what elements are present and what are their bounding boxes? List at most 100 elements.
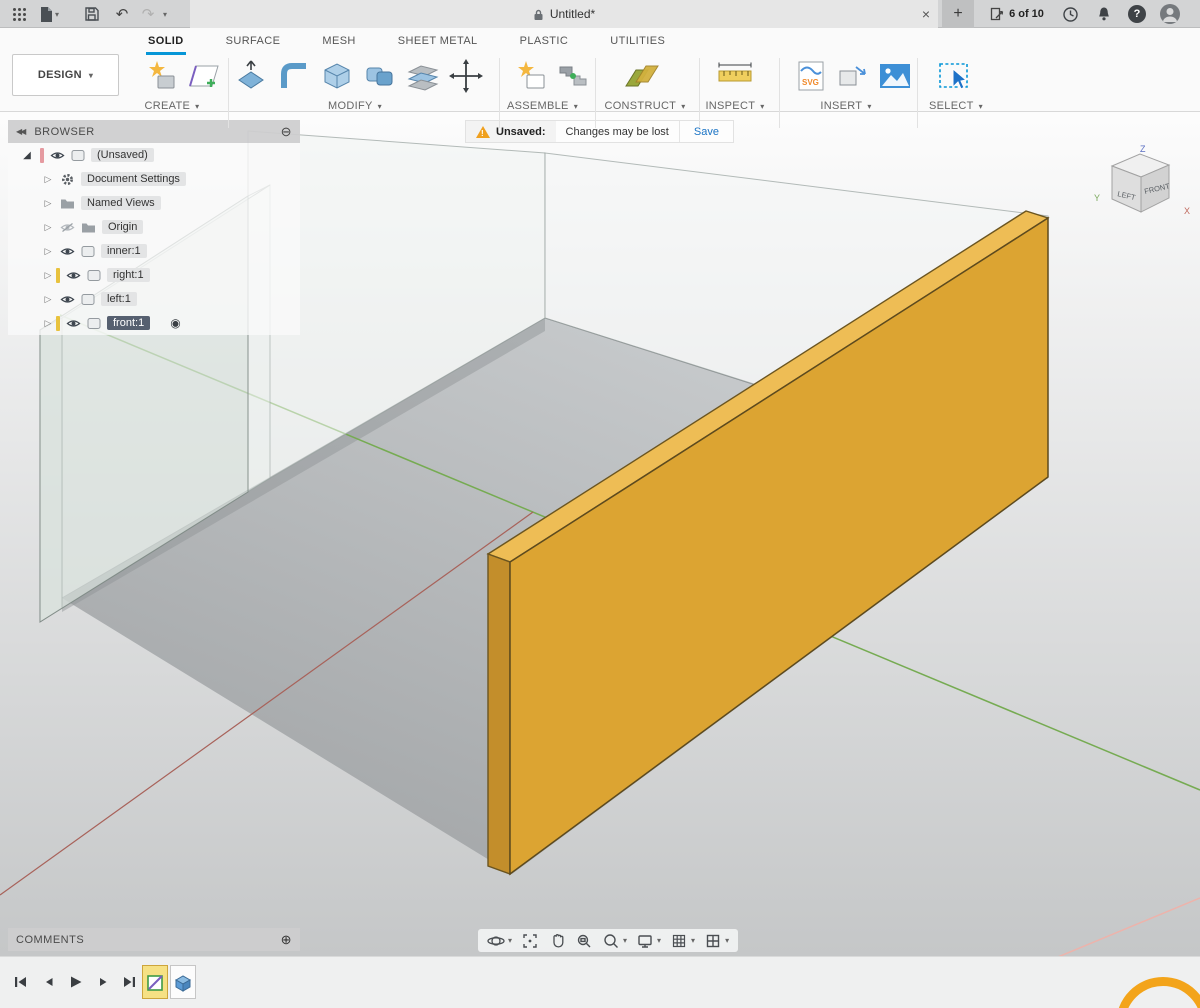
save-link[interactable]: Save <box>679 121 733 142</box>
tab-sheet-metal[interactable]: SHEET METAL <box>396 30 480 55</box>
skip-to-start-button[interactable] <box>12 973 32 991</box>
workspace-selector[interactable]: DESIGN▾ <box>12 54 119 96</box>
insert-canvas-button[interactable] <box>876 56 914 96</box>
expand-all-icon[interactable]: ◢ <box>20 150 34 161</box>
tab-surface[interactable]: SURFACE <box>224 30 283 55</box>
browser-row-document-settings[interactable]: ▷ Document Settings <box>8 167 300 191</box>
press-pull-button[interactable] <box>232 56 270 96</box>
step-back-button[interactable] <box>40 973 58 991</box>
browser-item-label[interactable]: inner:1 <box>101 244 147 258</box>
version-count[interactable]: 6 of 10 <box>982 0 1052 28</box>
close-tab-icon[interactable]: × <box>922 6 930 22</box>
visibility-eye-icon[interactable] <box>50 150 65 161</box>
step-forward-button[interactable] <box>94 973 112 991</box>
new-component-button[interactable] <box>512 56 550 96</box>
visibility-eye-icon[interactable] <box>60 294 75 305</box>
display-settings-icon[interactable]: ▾ <box>636 932 661 950</box>
app-grid-icon[interactable] <box>8 0 30 28</box>
measure-button[interactable] <box>716 56 754 96</box>
select-button[interactable] <box>936 56 974 96</box>
visibility-eye-icon[interactable] <box>66 270 81 281</box>
avatar[interactable] <box>1156 0 1184 28</box>
browser-row-left[interactable]: ▷ left:1 <box>8 287 300 311</box>
browser-row-root[interactable]: ◢ (Unsaved) <box>8 143 300 167</box>
file-menu-button[interactable]: ▾ <box>36 0 62 28</box>
tab-mesh[interactable]: MESH <box>320 30 357 55</box>
browser-row-origin[interactable]: ▷ Origin <box>8 215 300 239</box>
minimize-panel-icon[interactable]: ⊖ <box>281 124 292 140</box>
insert-svg-button[interactable]: SVG <box>792 56 830 96</box>
group-inspect[interactable]: INSPECT▾ <box>690 100 780 112</box>
split-body-button[interactable] <box>404 56 442 96</box>
visibility-off-eye-icon[interactable] <box>60 222 75 233</box>
joint-button[interactable] <box>554 56 592 96</box>
expand-arrow-icon[interactable]: ▷ <box>42 294 54 305</box>
new-tab-button[interactable]: + <box>942 0 974 28</box>
activate-component-radio[interactable]: ◉ <box>170 316 180 330</box>
orbit-icon[interactable]: ▾ <box>487 932 512 950</box>
redo-caret[interactable]: ▾ <box>158 0 170 28</box>
viewports-icon[interactable]: ▾ <box>704 932 729 950</box>
tab-plastic[interactable]: PLASTIC <box>518 30 571 55</box>
timeline-feature-sketch[interactable] <box>142 965 168 999</box>
browser-item-label[interactable]: (Unsaved) <box>91 148 154 162</box>
group-modify[interactable]: MODIFY▾ <box>300 100 410 112</box>
skip-to-end-button[interactable] <box>120 973 140 991</box>
help-button[interactable]: ? <box>1124 0 1150 28</box>
zoom-icon[interactable]: ▾ <box>602 932 627 950</box>
browser-row-named-views[interactable]: ▷ Named Views <box>8 191 300 215</box>
fit-view-icon[interactable] <box>521 932 539 950</box>
expand-arrow-icon[interactable]: ▷ <box>42 174 54 185</box>
comments-header[interactable]: COMMENTS ⊕ <box>8 928 300 951</box>
ribbon-divider <box>499 58 500 128</box>
job-status-button[interactable] <box>1058 0 1082 28</box>
group-construct[interactable]: CONSTRUCT▾ <box>595 100 695 112</box>
timeline-feature-extrude[interactable] <box>170 965 196 999</box>
visibility-eye-icon[interactable] <box>66 318 81 329</box>
group-select[interactable]: SELECT▾ <box>912 100 1000 112</box>
add-comment-icon[interactable]: ⊕ <box>281 932 292 948</box>
browser-row-front[interactable]: ▷ front:1 ◉ <box>8 311 300 335</box>
front-panel-side-face[interactable] <box>488 554 510 874</box>
browser-item-label[interactable]: right:1 <box>107 268 150 282</box>
create-solid-button[interactable] <box>142 56 180 96</box>
move-button[interactable] <box>447 56 485 96</box>
shell-button[interactable] <box>318 56 356 96</box>
play-button[interactable] <box>66 973 86 991</box>
visibility-eye-icon[interactable] <box>60 246 75 257</box>
create-sketch-button[interactable] <box>185 56 223 96</box>
expand-arrow-icon[interactable]: ▷ <box>42 222 54 233</box>
undo-button[interactable]: ↶ <box>112 0 132 28</box>
browser-row-inner[interactable]: ▷ inner:1 <box>8 239 300 263</box>
browser-row-right[interactable]: ▷ right:1 <box>8 263 300 287</box>
browser-item-label[interactable]: Document Settings <box>81 172 186 186</box>
insert-svg-icon-label: SVG <box>802 78 819 87</box>
redo-button[interactable]: ↷ <box>138 0 158 28</box>
browser-item-label[interactable]: left:1 <box>101 292 137 306</box>
notifications-bell-icon[interactable] <box>1092 0 1116 28</box>
browser-item-label[interactable]: Origin <box>102 220 143 234</box>
zoom-window-icon[interactable] <box>575 932 593 950</box>
group-assemble[interactable]: ASSEMBLE▾ <box>495 100 590 112</box>
grid-settings-icon[interactable]: ▾ <box>670 932 695 950</box>
document-tab[interactable]: Untitled* × <box>190 0 938 28</box>
browser-header[interactable]: ◀◀ BROWSER ⊖ <box>8 120 300 143</box>
pan-hand-icon[interactable] <box>548 932 566 950</box>
expand-arrow-icon[interactable]: ▷ <box>42 270 54 281</box>
insert-derive-button[interactable] <box>834 56 872 96</box>
expand-arrow-icon[interactable]: ▷ <box>42 318 54 329</box>
group-create[interactable]: CREATE▾ <box>132 100 212 112</box>
construct-plane-button[interactable] <box>622 56 660 96</box>
fillet-button[interactable] <box>275 56 313 96</box>
tab-utilities[interactable]: UTILITIES <box>608 30 667 55</box>
browser-item-label[interactable]: front:1 <box>107 316 150 330</box>
browser-item-label[interactable]: Named Views <box>81 196 161 210</box>
save-button[interactable] <box>82 0 102 28</box>
tab-solid[interactable]: SOLID <box>146 30 186 55</box>
group-insert[interactable]: INSERT▾ <box>800 100 892 112</box>
expand-arrow-icon[interactable]: ▷ <box>42 246 54 257</box>
component-icon <box>87 269 101 282</box>
expand-arrow-icon[interactable]: ▷ <box>42 198 54 209</box>
combine-button[interactable] <box>361 56 399 96</box>
collapse-panel-icon[interactable]: ◀◀ <box>16 127 24 136</box>
